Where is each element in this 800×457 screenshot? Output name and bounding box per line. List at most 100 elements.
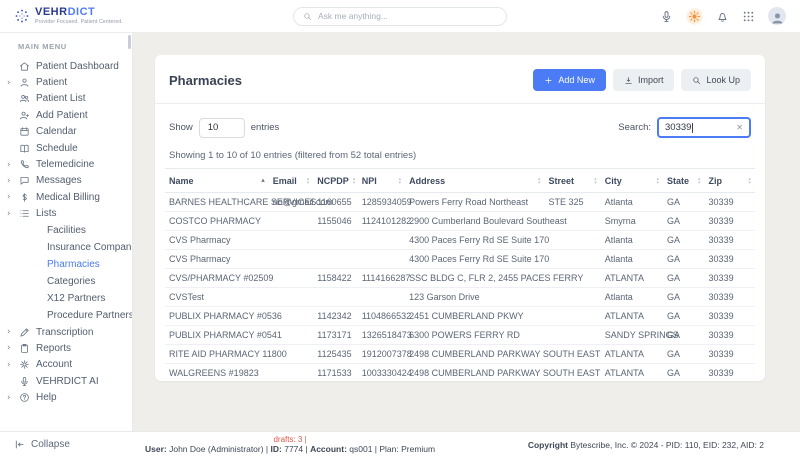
- column-header-city[interactable]: City ▴ ▾: [600, 168, 664, 193]
- sidebar-item-transcription[interactable]: › Transcription: [0, 324, 132, 340]
- sidebar-item-vehrdict-ai[interactable]: VEHRDICT AI: [0, 373, 132, 389]
- expand-caret-icon: ›: [7, 343, 11, 354]
- sidebar-item-calendar[interactable]: Calendar: [0, 124, 132, 140]
- theme-sun-icon[interactable]: [686, 7, 703, 25]
- table-row[interactable]: PUBLIX PHARMACY #0541 1173171 1326518473 63…: [165, 325, 755, 345]
- sidebar-item-help[interactable]: › Help: [0, 389, 132, 405]
- phone-icon: [19, 159, 30, 170]
- column-header-zip[interactable]: Zip ▴ ▾: [704, 168, 755, 193]
- column-header-ncpdp[interactable]: NCPDP ▴ ▾: [313, 168, 358, 193]
- sidebar-item-lists[interactable]: › Lists: [0, 206, 132, 222]
- sidebar-item-patient-dashboard[interactable]: Patient Dashboard: [0, 58, 132, 74]
- sidebar-item-x12-partners[interactable]: X12 Partners: [0, 290, 132, 307]
- calendar-icon: [19, 126, 30, 137]
- table-row[interactable]: CVSTest 123 Garson Drive Atlanta GA 30339: [165, 287, 755, 307]
- table-header-row: Name ▴ Email ▴ ▾ NCPDP ▴ ▾ NPI ▴ ▾ Address ▴ ▾ Street ▴…: [165, 168, 755, 193]
- notifications-bell-icon[interactable]: [716, 10, 729, 23]
- logo[interactable]: VEHRDICT Provider Focused. Patient Cente…: [14, 7, 123, 25]
- table-body: BARNES HEALTHCARE SERVICES no@gmail.com 11…: [165, 192, 755, 381]
- users-icon: [19, 93, 30, 104]
- plus-icon: [544, 76, 553, 85]
- sidebar-item-procedure-partners[interactable]: Procedure Partners: [0, 307, 132, 324]
- table-row[interactable]: RITE AID PHARMACY 11800 1125435 1912007378…: [165, 344, 755, 364]
- footer-user-info: User: John Doe (Administrator) | ID: 777…: [145, 444, 436, 455]
- avatar[interactable]: [768, 7, 786, 25]
- column-header-npi[interactable]: NPI ▴ ▾: [357, 168, 406, 193]
- sidebar-item-facilities[interactable]: Facilities: [0, 222, 132, 239]
- dollar-icon: [19, 192, 30, 203]
- collapse-button[interactable]: Collapse: [0, 439, 133, 450]
- pharmacies-table: Name ▴ Email ▴ ▾ NCPDP ▴ ▾ NPI ▴ ▾ Address ▴ ▾ Street ▴…: [165, 168, 755, 381]
- sidebar-item-categories[interactable]: Categories: [0, 273, 132, 290]
- expand-caret-icon: ›: [7, 359, 11, 370]
- microphone-icon[interactable]: [660, 10, 673, 23]
- expand-caret-icon: ›: [7, 77, 11, 88]
- column-header-address[interactable]: Address ▴ ▾: [405, 168, 545, 193]
- sort-icon: ▴ ▾: [748, 176, 751, 186]
- table-row[interactable]: PUBLIX PHARMACY #0536 1142342 1104866532 24…: [165, 306, 755, 326]
- apps-grid-icon[interactable]: [742, 10, 755, 23]
- sidebar-item-telemedicine[interactable]: › Telemedicine: [0, 156, 132, 172]
- card-header: Pharmacies Add New Import Look Up: [155, 69, 765, 104]
- sidebar-scrollbar[interactable]: [128, 35, 131, 49]
- page-title: Pharmacies: [169, 72, 242, 88]
- table-row[interactable]: WALGREENS #19823 1171533 1003330424 2498 CU…: [165, 363, 755, 381]
- main-content: Pharmacies Add New Import Look Up Show 1…: [133, 33, 800, 431]
- help-icon: [19, 392, 30, 403]
- table-row[interactable]: CVS/PHARMACY #02509 1158422 1114166287 SSC …: [165, 268, 755, 288]
- sidebar-item-medical-billing[interactable]: › Medical Billing: [0, 189, 132, 205]
- user-icon: [19, 77, 30, 88]
- body-row: MAIN MENU Patient Dashboard › Patient Patie…: [0, 33, 800, 431]
- table-row[interactable]: COSTCO PHARMACY 1155046 1124101282 2900 Cum…: [165, 211, 755, 231]
- expand-caret-icon: ›: [7, 327, 11, 338]
- expand-caret-icon: ›: [7, 159, 11, 170]
- user-plus-icon: [19, 110, 30, 121]
- logo-text: VEHRDICT: [35, 6, 96, 18]
- text-caret: [692, 122, 694, 133]
- global-search-placeholder: Ask me anything...: [318, 11, 388, 21]
- global-search-input[interactable]: Ask me anything...: [293, 6, 507, 26]
- drafts-link[interactable]: drafts: 3 |: [145, 435, 435, 445]
- list-icon: [19, 208, 30, 219]
- search-value: 30339: [665, 122, 692, 133]
- sort-icon: ▴ ▾: [306, 176, 310, 186]
- search-label: Search:: [618, 122, 651, 133]
- sidebar-item-reports[interactable]: › Reports: [0, 340, 132, 356]
- sort-icon: ▴: [261, 176, 265, 185]
- add-new-button[interactable]: Add New: [533, 69, 606, 91]
- clear-search-icon[interactable]: ✕: [736, 123, 743, 132]
- table-controls: Show 10 entries Search: 30339 ✕: [169, 117, 751, 138]
- sidebar-section-label: MAIN MENU: [18, 42, 67, 51]
- look-up-button[interactable]: Look Up: [681, 69, 751, 91]
- sidebar-item-patient[interactable]: › Patient: [0, 74, 132, 90]
- sidebar-item-pharmacies[interactable]: Pharmacies: [0, 256, 132, 273]
- table-row[interactable]: BARNES HEALTHCARE SERVICES no@gmail.com 11…: [165, 192, 755, 212]
- table-row[interactable]: CVS Pharmacy 4300 Paces Ferry Rd SE Suite…: [165, 249, 755, 269]
- sidebar-item-patient-list[interactable]: Patient List: [0, 91, 132, 107]
- sort-icon: ▴ ▾: [594, 176, 597, 186]
- column-header-name[interactable]: Name ▴: [165, 168, 269, 193]
- table-search-input[interactable]: 30339 ✕: [657, 117, 751, 138]
- book-icon: [19, 143, 30, 154]
- sort-icon: ▴ ▾: [398, 176, 402, 186]
- column-header-email[interactable]: Email ▴ ▾: [268, 168, 314, 193]
- table-row[interactable]: CVS Pharmacy 4300 Paces Ferry Rd SE Suite…: [165, 230, 755, 250]
- sidebar-item-account[interactable]: › Account: [0, 357, 132, 373]
- sidebar-item-messages[interactable]: › Messages: [0, 173, 132, 189]
- report-icon: [19, 343, 30, 354]
- column-header-street[interactable]: Street ▴ ▾: [544, 168, 601, 193]
- footer-copyright: Copyright Bytescribe, Inc. © 2024 - PID:…: [527, 439, 764, 450]
- sidebar-item-insurance-companies[interactable]: Insurance Companies: [0, 239, 132, 256]
- footer: Collapse drafts: 3 | User: John Doe (Adm…: [0, 431, 800, 457]
- sidebar-item-add-patient[interactable]: Add Patient: [0, 107, 132, 123]
- sort-icon: ▴ ▾: [537, 176, 541, 186]
- sort-icon: ▴ ▾: [698, 176, 701, 186]
- sidebar-item-schedule[interactable]: Schedule: [0, 140, 132, 156]
- column-header-state[interactable]: State ▴ ▾: [663, 168, 705, 193]
- expand-caret-icon: ›: [7, 175, 11, 186]
- pen-icon: [19, 327, 30, 338]
- page-size-select[interactable]: 10: [198, 117, 245, 138]
- import-button[interactable]: Import: [612, 69, 675, 91]
- search-group: Search: 30339 ✕: [618, 117, 751, 138]
- chat-icon: [19, 175, 30, 186]
